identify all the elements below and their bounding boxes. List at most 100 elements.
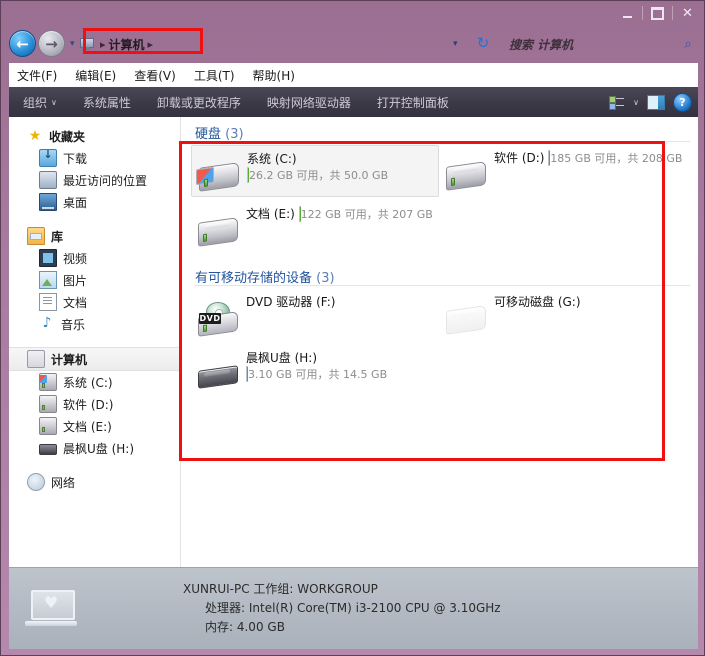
toolbar-organize-button[interactable]: 组织 ∨ [23, 94, 57, 111]
drive-item-f[interactable]: DVD DVD 驱动器 (F:) [191, 289, 439, 341]
refresh-icon[interactable]: ↻ [473, 33, 493, 53]
music-icon: ♪ [42, 315, 52, 331]
drive-h-capacity: 3.10 GB 可用，共 14.5 GB [248, 368, 388, 381]
drive-item-e[interactable]: 文档 (E:) 122 GB 可用，共 207 GB [191, 201, 439, 253]
drive-c-capacity: 26.2 GB 可用，共 50.0 GB [249, 169, 389, 182]
menu-item-view[interactable]: 查看(V) [134, 67, 176, 84]
dvd-drive-icon: DVD [194, 296, 240, 338]
sidebar-item-drive-c[interactable]: 系统 (C:) [9, 371, 180, 393]
search-input[interactable]: 搜索 计算机 [501, 36, 677, 53]
file-list-pane: 硬盘 (3) 系统 (C:) 26.2 GB 可用，共 50.0 GB 软件 (… [181, 117, 698, 567]
details-pane: ♥ XUNRUI-PC 工作组: WORKGROUP 处理器: Intel(R)… [9, 567, 698, 649]
sidebar-item-music[interactable]: ♪ 音乐 [9, 313, 180, 335]
address-bar-row: ← → ▾ ▸ 计算机 ▸ ▾ ↻ 搜索 计算机 ⌕ [1, 27, 705, 63]
help-icon[interactable]: ? [673, 92, 692, 112]
drive-f-name: DVD 驱动器 (F:) [246, 295, 336, 309]
menu-item-help[interactable]: 帮助(H) [253, 67, 295, 84]
sidebar-item-music-label: 音乐 [61, 317, 86, 332]
drive-d-name: 软件 (D:) [494, 151, 545, 165]
sidebar-item-downloads-label: 下载 [63, 151, 88, 166]
breadcrumb-separator[interactable]: ▸ [100, 38, 106, 51]
laptop-icon: ♥ [25, 589, 77, 628]
minimize-icon [623, 16, 632, 18]
usb-drive-icon [39, 444, 57, 455]
drive-h-name: 晨枫U盘 (H:) [246, 351, 318, 365]
drive-e-usage-bar [298, 206, 301, 222]
sidebar-group-favorites[interactable]: ★ 收藏夹 [9, 125, 180, 147]
maximize-button[interactable] [645, 4, 670, 22]
recent-locations-dropdown[interactable]: ▾ [70, 39, 75, 49]
address-history-dropdown[interactable]: ▾ [453, 39, 458, 49]
back-button[interactable]: ← [9, 30, 36, 57]
sidebar-item-drive-d[interactable]: 软件 (D:) [9, 393, 180, 415]
drive-item-d[interactable]: 软件 (D:) 185 GB 可用，共 208 GB [439, 145, 687, 197]
toolbar-open-control-panel-button[interactable]: 打开控制面板 [377, 94, 449, 111]
sidebar-item-desktop[interactable]: 桌面 [9, 191, 180, 213]
toolbar-right-group: ∨ ? [609, 87, 692, 117]
back-arrow-icon: ← [16, 34, 29, 53]
sidebar-item-pictures[interactable]: 图片 [9, 269, 180, 291]
view-chevron-down-icon[interactable]: ∨ [633, 98, 639, 107]
preview-pane-icon[interactable] [647, 94, 665, 110]
group-divider [195, 141, 690, 142]
sidebar-item-documents-label: 文档 [63, 295, 88, 310]
recent-places-icon [39, 171, 57, 189]
removable-disk-icon [442, 296, 488, 338]
maximize-icon [651, 6, 664, 20]
group-header-hard-disks[interactable]: 硬盘 (3) [195, 123, 244, 142]
sidebar-item-downloads[interactable]: 下载 [9, 147, 180, 169]
drive-d-usage-bar [548, 150, 551, 166]
drive-g-name: 可移动磁盘 (G:) [494, 295, 581, 309]
sidebar-group-libraries-label: 库 [51, 229, 64, 244]
sidebar-item-drive-h[interactable]: 晨枫U盘 (H:) [9, 437, 180, 459]
change-view-icon[interactable] [609, 95, 625, 110]
navigation-pane: ★ 收藏夹 下载 最近访问的位置 桌面 库 视频 [9, 117, 181, 567]
desktop-icon [39, 193, 57, 211]
sidebar-group-favorites-label: 收藏夹 [49, 129, 86, 144]
group-header-hard-disks-label: 硬盘 [195, 127, 222, 142]
windows-system-drive-icon [195, 153, 241, 195]
usb-drive-icon [194, 352, 240, 394]
drive-e-name: 文档 (E:) [246, 207, 295, 221]
sidebar-item-desktop-label: 桌面 [63, 195, 88, 210]
menu-item-edit[interactable]: 编辑(E) [75, 67, 116, 84]
computer-icon [27, 350, 45, 368]
hard-drive-icon [39, 373, 57, 391]
toolbar-system-properties-button[interactable]: 系统属性 [83, 94, 131, 111]
sidebar-item-drive-e-label: 文档 (E:) [63, 419, 112, 434]
toolbar-map-network-drive-button[interactable]: 映射网络驱动器 [267, 94, 351, 111]
drive-item-g[interactable]: 可移动磁盘 (G:) [439, 289, 687, 341]
forward-arrow-icon: → [45, 34, 58, 53]
sidebar-item-documents[interactable]: 文档 [9, 291, 180, 313]
video-icon [39, 249, 57, 267]
sidebar-item-network[interactable]: 网络 [9, 471, 180, 493]
toolbar-uninstall-button[interactable]: 卸载或更改程序 [157, 94, 241, 111]
sidebar-item-network-label: 网络 [51, 475, 76, 490]
sidebar-item-videos[interactable]: 视频 [9, 247, 180, 269]
menu-item-tools[interactable]: 工具(T) [194, 67, 235, 84]
breadcrumb-computer[interactable]: 计算机 [109, 36, 145, 53]
sidebar-item-drive-e[interactable]: 文档 (E:) [9, 415, 180, 437]
drive-item-c[interactable]: 系统 (C:) 26.2 GB 可用，共 50.0 GB [191, 145, 439, 197]
details-text-group: XUNRUI-PC 工作组: WORKGROUP 处理器: Intel(R) C… [93, 580, 698, 637]
address-bar[interactable]: ▸ 计算机 ▸ [79, 33, 539, 55]
sidebar-item-computer[interactable]: 计算机 [9, 347, 180, 371]
sidebar-group-libraries[interactable]: 库 [9, 225, 180, 247]
sidebar-item-recent-places[interactable]: 最近访问的位置 [9, 169, 180, 191]
window-controls: ✕ [615, 4, 700, 22]
forward-button[interactable]: → [38, 30, 65, 57]
menu-item-file[interactable]: 文件(F) [17, 67, 57, 84]
close-button[interactable]: ✕ [675, 4, 700, 22]
control-divider [642, 6, 643, 20]
sidebar-item-pictures-label: 图片 [63, 273, 88, 288]
dvd-label: DVD [199, 313, 221, 324]
search-box[interactable]: 搜索 计算机 ⌕ [501, 33, 699, 55]
sidebar-item-drive-h-label: 晨枫U盘 (H:) [63, 441, 135, 456]
download-icon [39, 148, 57, 167]
breadcrumb-separator-end[interactable]: ▸ [148, 38, 154, 51]
drive-item-h[interactable]: 晨枫U盘 (H:) 3.10 GB 可用，共 14.5 GB [191, 345, 439, 397]
minimize-button[interactable] [615, 4, 640, 22]
search-icon[interactable]: ⌕ [677, 37, 699, 52]
